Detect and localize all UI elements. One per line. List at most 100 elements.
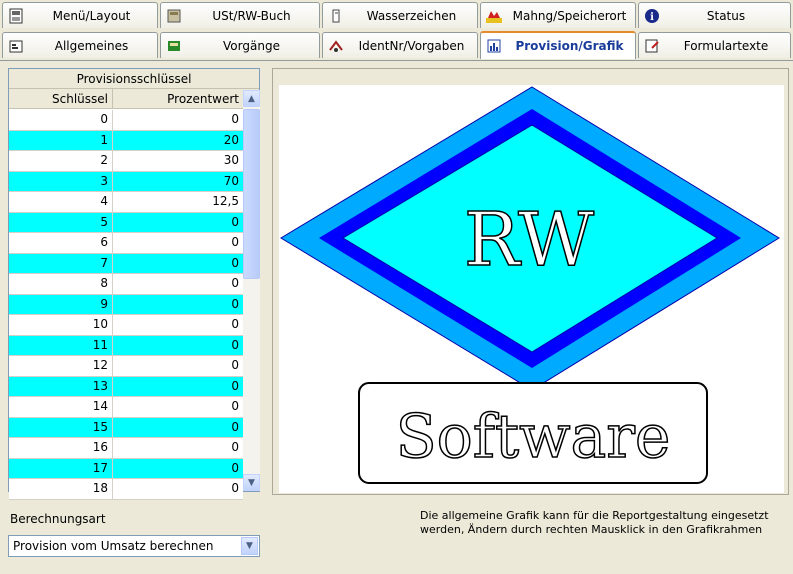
cell-percent[interactable]: 0 [113, 254, 243, 274]
cell-percent[interactable]: 0 [113, 110, 243, 130]
cell-key[interactable]: 16 [9, 438, 113, 458]
cell-percent[interactable]: 0 [113, 377, 243, 397]
tab-label: Menü/Layout [52, 8, 131, 23]
cell-key[interactable]: 12 [9, 356, 113, 376]
cell-percent[interactable]: 30 [113, 151, 243, 171]
commission-table[interactable]: Provisionsschlüssel Schlüssel Prozentwer… [8, 68, 260, 500]
table-header: Schlüssel Prozentwert [9, 89, 259, 109]
table-row[interactable]: 10 0 [9, 315, 243, 336]
tab-identnr-vorgaben[interactable]: IdentNr/Vorgaben [322, 32, 478, 58]
table-row[interactable]: 18 0 [9, 479, 243, 500]
cell-key[interactable]: 3 [9, 171, 113, 191]
cell-key[interactable]: 1 [9, 130, 113, 150]
graphic-canvas[interactable]: RW Software [279, 85, 784, 493]
cell-key[interactable]: 2 [9, 151, 113, 171]
cell-percent[interactable]: 0 [113, 479, 243, 499]
tab-menu-layout[interactable]: Menü/Layout [2, 2, 158, 28]
cell-key[interactable]: 18 [9, 479, 113, 499]
cell-key[interactable]: 5 [9, 212, 113, 232]
cell-percent[interactable]: 0 [113, 315, 243, 335]
cell-percent[interactable]: 0 [113, 356, 243, 376]
scroll-up-button[interactable]: ▲ [243, 90, 260, 107]
cell-key[interactable]: 10 [9, 315, 113, 335]
form-icon [642, 36, 662, 56]
cell-key[interactable]: 13 [9, 376, 113, 396]
cell-key[interactable]: 14 [9, 397, 113, 417]
tab-label: Allgemeines [54, 38, 129, 53]
table-row[interactable]: 2 30 [9, 151, 243, 172]
tab-mahng-speicherort[interactable]: Mahng/Speicherort [480, 2, 636, 28]
cell-percent[interactable]: 0 [113, 438, 243, 458]
table-row[interactable]: 11 0 [9, 335, 243, 356]
tab-status[interactable]: i Status [638, 2, 791, 28]
tab-label: USt/RW-Buch [212, 8, 291, 23]
cell-key[interactable]: 15 [9, 417, 113, 437]
cell-percent[interactable]: 12,5 [113, 192, 243, 212]
table-scrollbar[interactable]: ▲ ▼ [243, 90, 260, 491]
cell-percent[interactable]: 0 [113, 336, 243, 356]
table-row[interactable]: 00 [9, 110, 243, 131]
table-row[interactable]: 14 0 [9, 397, 243, 418]
cell-percent[interactable]: 0 [113, 295, 243, 315]
column-header-percent[interactable]: Prozentwert [113, 89, 243, 108]
tab-vorgaenge[interactable]: Vorgänge [160, 32, 320, 58]
watermark-icon [326, 6, 346, 26]
scroll-down-button[interactable]: ▼ [243, 474, 260, 491]
cell-percent[interactable]: 0 [113, 233, 243, 253]
tab-provision-grafik[interactable]: Provision/Grafik [480, 31, 636, 59]
cell-percent[interactable]: 0 [113, 418, 243, 438]
table-row[interactable]: 80 [9, 274, 243, 295]
properties-icon [6, 36, 26, 56]
cell-percent[interactable]: 0 [113, 459, 243, 479]
table-row[interactable]: 4 12,5 [9, 192, 243, 213]
cell-key[interactable]: 4 [9, 192, 113, 212]
table-row[interactable]: 120 [9, 356, 243, 377]
column-header-key[interactable]: Schlüssel [9, 89, 113, 108]
table-row[interactable]: 70 [9, 253, 243, 274]
cell-percent[interactable]: 0 [113, 213, 243, 233]
tab-ust-rw-buch[interactable]: USt/RW-Buch [160, 2, 320, 28]
cell-percent[interactable]: 0 [113, 397, 243, 417]
tab-wasserzeichen[interactable]: Wasserzeichen [322, 2, 478, 28]
tab-allgemeines[interactable]: Allgemeines [2, 32, 158, 58]
svg-text:i: i [650, 12, 654, 23]
book-icon [164, 6, 184, 26]
reminder-icon [484, 6, 504, 26]
tab-label: Status [706, 8, 746, 23]
cell-key[interactable]: 0 [9, 110, 113, 130]
tab-formulartexte[interactable]: Formulartexte [638, 32, 791, 58]
graphic-frame[interactable]: RW Software [272, 68, 789, 495]
cell-key[interactable]: 8 [9, 274, 113, 294]
calc-mode-value: Provision vom Umsatz berechnen [13, 539, 214, 553]
scrollbar-thumb[interactable] [243, 109, 260, 279]
table-row[interactable]: 50 [9, 212, 243, 233]
logo-text-software: Software [396, 402, 671, 472]
cell-percent[interactable]: 0 [113, 274, 243, 294]
table-row[interactable]: 15 0 [9, 417, 243, 438]
cell-key[interactable]: 17 [9, 458, 113, 478]
calc-mode-select[interactable]: Provision vom Umsatz berechnen ▼ [8, 535, 260, 557]
tab-label: Mahng/Speicherort [512, 8, 627, 23]
table-row[interactable]: 13 0 [9, 376, 243, 397]
cell-percent[interactable]: 20 [113, 131, 243, 151]
cell-key[interactable]: 11 [9, 335, 113, 355]
cell-key[interactable]: 6 [9, 233, 113, 253]
table-row[interactable]: 90 [9, 294, 243, 315]
cell-key[interactable]: 7 [9, 253, 113, 273]
table-title: Provisionsschlüssel [9, 69, 259, 89]
table-row[interactable]: 60 [9, 233, 243, 254]
rw-software-logo: RW Software [280, 86, 780, 484]
table-row[interactable]: 17 0 [9, 458, 243, 479]
dropdown-button[interactable]: ▼ [241, 537, 258, 555]
tab-label: Wasserzeichen [366, 8, 457, 23]
tab-label: Formulartexte [683, 38, 769, 53]
ident-icon [326, 36, 346, 56]
table-row[interactable]: 120 [9, 130, 243, 151]
table-body: 0 0 1 20 2 30 3 70 4 12,5 5 0 6 0 7 0 8 0 9 0 10 0 11 0 12 0 13 0 14… [9, 110, 243, 500]
chevron-down-icon: ▼ [246, 541, 253, 551]
table-row[interactable]: 16 0 [9, 438, 243, 459]
table-row[interactable]: 3 70 [9, 171, 243, 192]
cell-percent[interactable]: 70 [113, 172, 243, 192]
process-icon [164, 36, 184, 56]
cell-key[interactable]: 9 [9, 294, 113, 314]
